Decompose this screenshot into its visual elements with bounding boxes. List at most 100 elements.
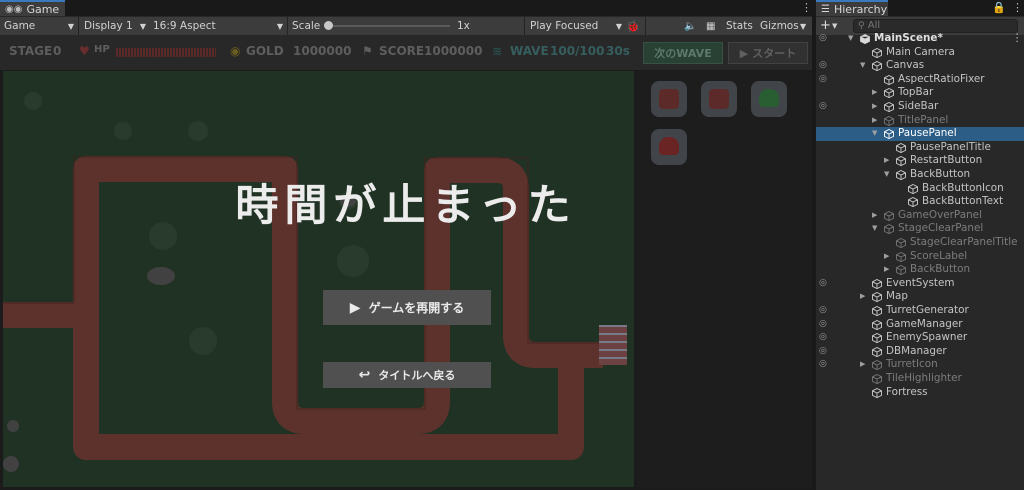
hierarchy-item[interactable]: ▶ RestartButton	[816, 154, 1024, 168]
hierarchy-item[interactable]: ▼ BackButton	[816, 168, 1024, 182]
next-wave-label: 次のWAVE	[654, 47, 712, 60]
hierarchy-item[interactable]: ◎ TurretGenerator	[816, 304, 1024, 318]
fold-right-icon[interactable]: ▶	[872, 86, 877, 100]
fold-right-icon[interactable]: ▶	[884, 250, 889, 264]
hierarchy-item-label: DBManager	[886, 344, 947, 357]
fold-right-icon[interactable]: ▶	[860, 358, 865, 372]
hierarchy-item[interactable]: BackButtonText	[816, 195, 1024, 209]
hierarchy-item[interactable]: ◎ ▶ SideBar	[816, 100, 1024, 114]
hierarchy-item[interactable]: PausePanelTitle	[816, 141, 1024, 155]
hierarchy-item[interactable]: ▶ Map	[816, 290, 1024, 304]
play-mode-label: Play Focused	[530, 20, 599, 32]
fold-right-icon[interactable]: ▶	[860, 290, 865, 304]
fold-down-icon[interactable]: ▼	[860, 59, 865, 73]
hierarchy-item[interactable]: ▼ PausePanel	[816, 127, 1024, 141]
hierarchy-item[interactable]: ▶ GameOverPanel	[816, 209, 1024, 223]
heart-icon: ♥	[79, 44, 90, 58]
restart-button[interactable]: ▶ ゲームを再開する	[323, 290, 491, 325]
visibility-icon[interactable]: ◎	[819, 318, 827, 332]
fold-right-icon[interactable]: ▶	[872, 209, 877, 223]
more-menu-icon[interactable]: ⋮	[1012, 1, 1023, 14]
visibility-icon[interactable]: ◎	[819, 358, 827, 372]
hierarchy-item[interactable]: ▶ TitlePanel	[816, 114, 1024, 128]
fold-down-icon[interactable]: ▼	[848, 32, 853, 46]
turret-slot-3[interactable]	[751, 81, 787, 117]
visibility-icon[interactable]: ◎	[819, 304, 827, 318]
keyboard-icon[interactable]: ▦	[706, 17, 715, 35]
visibility-icon[interactable]: ◎	[819, 331, 827, 345]
hierarchy-item[interactable]: TileHighlighter	[816, 372, 1024, 386]
hierarchy-item[interactable]: ▶ BackButton	[816, 263, 1024, 277]
hierarchy-item[interactable]: ▶ ScoreLabel	[816, 250, 1024, 264]
fold-right-icon[interactable]: ▶	[884, 263, 889, 277]
start-button[interactable]: ▶ スタート	[728, 42, 808, 64]
aspect-dropdown[interactable]: 16:9 Aspect ▼	[153, 17, 283, 35]
stats-button[interactable]: Stats	[726, 17, 753, 35]
hierarchy-item-label: TurretIcon	[886, 358, 938, 371]
hierarchy-item[interactable]: ◎ EventSystem	[816, 277, 1024, 291]
search-icon: ⚲	[858, 21, 865, 31]
fold-down-icon[interactable]: ▼	[884, 168, 889, 182]
chevron-down-icon[interactable]: ▼	[832, 22, 837, 30]
bug-icon[interactable]: 🐞	[626, 17, 640, 35]
next-wave-button[interactable]: 次のWAVE	[643, 42, 723, 64]
hierarchy-item[interactable]: Main Camera	[816, 46, 1024, 60]
turret-slot-1[interactable]	[651, 81, 687, 117]
audio-icon[interactable]: 🔈	[684, 17, 696, 35]
hierarchy-item[interactable]: StageClearPanelTitle	[816, 236, 1024, 250]
more-menu-icon[interactable]: ⋮	[1012, 32, 1022, 46]
game-viewport[interactable]: STAGE 0 ♥ HP ◉ GOLD 1000000 ⚑ SCORE 1000…	[0, 36, 812, 490]
scale-slider[interactable]	[324, 17, 450, 35]
hp-bar	[116, 48, 216, 57]
hierarchy-item[interactable]: ◎ GameManager	[816, 318, 1024, 332]
hierarchy-item[interactable]: ◎ DBManager	[816, 345, 1024, 359]
display-dropdown[interactable]: Display 1 ▼	[84, 17, 146, 35]
hierarchy-item[interactable]: BackButtonIcon	[816, 182, 1024, 196]
back-button[interactable]: ↩ タイトルへ戻る	[323, 362, 491, 388]
hierarchy-item-label: GameManager	[886, 317, 963, 330]
tab-game[interactable]: ◉◉ Game	[0, 0, 65, 16]
scale-value: 1x	[457, 20, 470, 32]
back-button-icon: ↩	[358, 367, 371, 383]
fold-right-icon[interactable]: ▶	[872, 100, 877, 114]
back-button-text: タイトルへ戻る	[378, 369, 456, 382]
visibility-icon[interactable]: ◎	[819, 59, 827, 73]
map-svg	[3, 92, 603, 472]
visibility-icon[interactable]: ◎	[819, 32, 827, 46]
tab-game-label: Game	[26, 2, 60, 16]
game-panel: ◉◉ Game ⋮ Game ▼ Display 1 ▼ 16:9 Aspect ▼ …	[0, 0, 812, 490]
hierarchy-item[interactable]: ▼ StageClearPanel	[816, 222, 1024, 236]
play-mode-dropdown[interactable]: Play Focused ▼	[530, 17, 622, 35]
lock-icon[interactable]: 🔒	[992, 1, 1006, 14]
hierarchy-item[interactable]: ◎ AspectRatioFixer	[816, 73, 1024, 87]
stage-value: 0	[53, 44, 62, 58]
game-mode-dropdown[interactable]: Game ▼	[4, 17, 74, 35]
hierarchy-item[interactable]: ◎ EnemySpawner	[816, 331, 1024, 345]
hierarchy-item[interactable]: Fortress	[816, 386, 1024, 400]
fold-down-icon[interactable]: ▼	[872, 127, 877, 141]
hierarchy-item[interactable]: ◎ ▼ MainScene* ⋮	[816, 32, 1024, 46]
hierarchy-item-label: BackButton	[910, 263, 971, 276]
visibility-icon[interactable]: ◎	[819, 345, 827, 359]
gizmos-button[interactable]: Gizmos	[760, 17, 799, 35]
fold-right-icon[interactable]: ▶	[884, 154, 889, 168]
visibility-icon[interactable]: ◎	[819, 73, 827, 87]
turret-slot-2[interactable]	[701, 81, 737, 117]
chevron-down-icon[interactable]: ▼	[800, 17, 806, 35]
visibility-icon[interactable]: ◎	[819, 100, 827, 114]
hierarchy-item-label: GameOverPanel	[898, 208, 982, 221]
hierarchy-search-input[interactable]: ⚲ All	[853, 19, 1018, 33]
scale-slider-handle[interactable]	[324, 21, 333, 30]
hierarchy-item[interactable]: ▶ TopBar	[816, 86, 1024, 100]
turret-slot-4[interactable]	[651, 129, 687, 165]
hierarchy-item[interactable]: ◎ ▶ TurretIcon	[816, 358, 1024, 372]
fold-right-icon[interactable]: ▶	[872, 114, 877, 128]
hierarchy-item[interactable]: ◎ ▼ Canvas	[816, 59, 1024, 73]
fold-down-icon[interactable]: ▼	[872, 222, 877, 236]
visibility-icon[interactable]: ◎	[819, 277, 827, 291]
chevron-down-icon: ▼	[276, 21, 283, 31]
score-label: SCORE	[379, 44, 425, 58]
more-menu-icon[interactable]: ⋮	[801, 1, 812, 14]
gameobject-cube-icon	[908, 183, 918, 194]
tab-hierarchy[interactable]: ☰ Hierarchy	[816, 0, 888, 16]
